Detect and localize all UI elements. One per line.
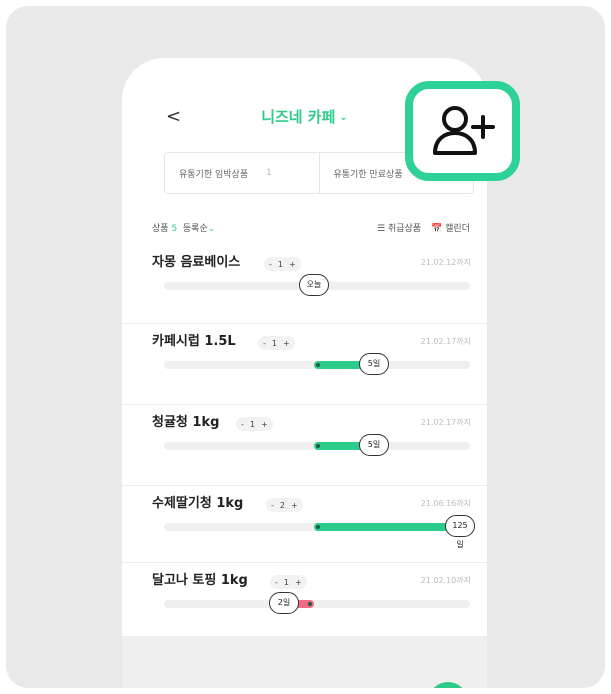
expiry-date: 21.02.12까지 [420,258,471,267]
tab-expiring[interactable]: 유통기한 임박상품 1 [165,153,319,193]
divider [122,485,487,486]
item-name: 카페시럽 1.5L [152,334,236,349]
minus-button[interactable]: - [269,260,272,269]
store-title: 니즈네 카페 [261,108,336,126]
days-badge: 5일 [359,434,389,456]
minus-button[interactable]: - [271,501,274,510]
list-item[interactable]: 자몽 음료베이스 - 1 + 21.02.12까지 오늘 [122,254,487,334]
bottom-area [122,636,487,688]
plus-button[interactable]: + [289,260,296,269]
chevron-down-icon: ⌄ [339,112,348,123]
quantity-stepper[interactable]: - 1 + [258,336,295,350]
item-name: 수제딸기청 1kg [152,496,244,511]
expiry-date: 21.02.10까지 [420,576,471,585]
sort-label: 등록순 [182,224,208,234]
qty-value: 1 [277,259,283,269]
product-count: 5 [171,224,178,234]
progress-track: 오늘 [164,274,470,296]
days-badge: 2일 [269,592,299,614]
progress-dot [316,525,320,529]
tab-label: 유통기한 임박상품 [179,169,249,180]
progress-track: 5일 [164,353,470,375]
calendar-button[interactable]: 📅 캘린더 [431,221,470,234]
toolbar-actions: ☰ 취급상품 📅 캘린더 [377,221,470,234]
minus-button[interactable]: - [263,339,266,348]
cancelled-products-button[interactable]: ☰ 취급상품 [377,221,421,234]
item-name: 청귤청 1kg [152,415,220,430]
list-toolbar: 상품 5 등록순⌄ ☰ 취급상품 📅 캘린더 [152,221,470,237]
qty-value: 1 [283,577,289,587]
expiry-date: 21.02.17까지 [420,337,471,346]
divider [122,323,487,324]
progress-dot [308,602,312,606]
plus-button[interactable]: + [261,420,268,429]
quantity-stepper[interactable]: - 1 + [236,417,273,431]
expiry-date: 21.02.17까지 [420,418,471,427]
qty-value: 2 [279,500,285,510]
quantity-stepper[interactable]: - 1 + [270,575,307,589]
qty-value: 1 [271,338,277,348]
quantity-stepper[interactable]: - 1 + [264,257,301,271]
product-label: 상품 [152,224,169,234]
minus-button[interactable]: - [241,420,244,429]
qty-value: 1 [249,419,255,429]
add-user-icon [433,106,495,155]
progress-dot [316,363,320,367]
add-member-button[interactable] [405,81,520,181]
days-badge: 오늘 [299,274,329,296]
days-badge: 125일 [445,515,475,549]
plus-button[interactable]: + [295,578,302,587]
progress-track: 5일 [164,434,470,456]
plus-button[interactable]: + [283,339,290,348]
tab-label: 유통기한 만료상품 [333,169,403,180]
item-name: 자몽 음료베이스 [152,255,241,270]
progress-track: 2일 [164,592,470,614]
minus-button[interactable]: - [275,578,278,587]
list-item[interactable]: 청귤청 1kg - 1 + 21.02.17까지 5일 [122,414,487,494]
progress-fill [314,523,461,531]
list-item[interactable]: 카페시럽 1.5L - 1 + 21.02.17까지 5일 [122,333,487,413]
divider [122,404,487,405]
list-item[interactable]: 수제딸기청 1kg - 2 + 21.06.16까지 125일 [122,495,487,575]
plus-button[interactable]: + [291,501,298,510]
expiry-date: 21.06.16까지 [420,499,471,508]
chevron-down-icon: ⌄ [207,224,216,234]
progress-track: 125일 [164,515,475,549]
tab-count: 1 [266,168,272,178]
sort-control[interactable]: 상품 5 등록순⌄ [152,221,215,234]
days-badge: 5일 [359,353,389,375]
item-name: 달고나 토핑 1kg [152,573,248,588]
progress-dot [316,444,320,448]
quantity-stepper[interactable]: - 2 + [266,498,303,512]
divider [122,562,487,563]
